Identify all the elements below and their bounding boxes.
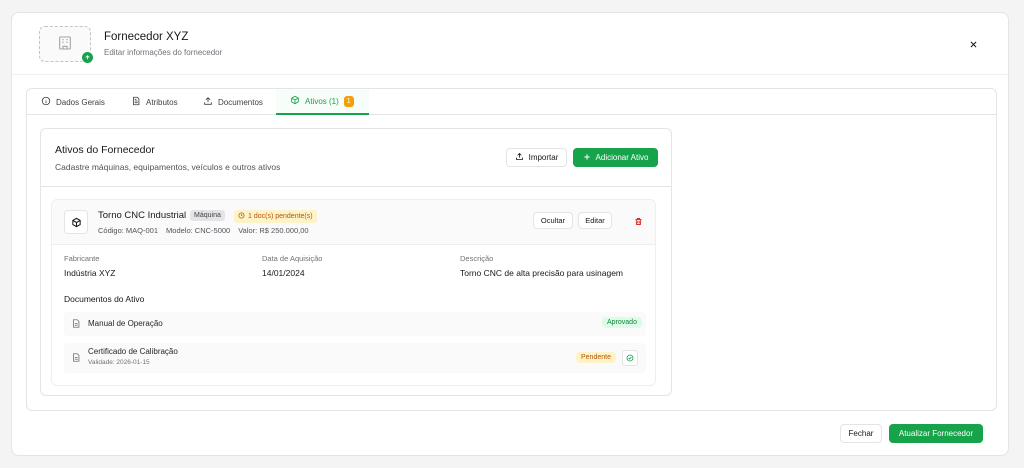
field-value-acquisition-date: 14/01/2024 [262, 268, 305, 278]
import-button[interactable]: Importar [506, 148, 567, 167]
add-asset-button[interactable]: Adicionar Ativo [573, 148, 658, 167]
document-icon [131, 96, 141, 108]
document-row: Manual de Operação Aprovado [64, 312, 646, 336]
upload-icon [203, 96, 213, 108]
document-validity: Validade: 2026-01-15 [88, 359, 150, 366]
page-title: Fornecedor XYZ [104, 31, 189, 43]
asset-name: Torno CNC Industrial [98, 210, 187, 221]
asset-model: Modelo: CNC-5000 [166, 226, 231, 235]
document-name: Manual de Operação [88, 319, 163, 328]
info-icon [41, 96, 51, 108]
approve-check-icon[interactable] [622, 350, 638, 366]
assets-card-header: Ativos do Fornecedor Cadastre máquinas, … [41, 129, 671, 187]
cube-icon [290, 95, 300, 107]
asset-code: Código: MAQ-001 [98, 226, 159, 235]
hide-button[interactable]: Ocultar [533, 212, 573, 229]
import-button-label: Importar [528, 153, 559, 162]
tab-dados-gerais[interactable]: Dados Gerais [27, 89, 119, 115]
modal-header: Fornecedor XYZ Editar informações do for… [12, 13, 1008, 75]
file-icon [71, 352, 81, 363]
field-value-description: Torno CNC de alta precisão para usinagem [460, 268, 624, 278]
assets-card-title: Ativos do Fornecedor [55, 144, 155, 156]
field-label-description: Descrição [460, 254, 494, 263]
upload-icon [515, 152, 524, 163]
file-icon [71, 318, 81, 329]
close-button[interactable]: Fechar [840, 424, 882, 443]
document-row: Certificado de Calibração Validade: 2026… [64, 343, 646, 373]
clock-icon [238, 212, 245, 221]
tab-label: Documentos [218, 97, 263, 107]
tabs-panel: Dados Gerais Atributos Documentos Ativos… [26, 88, 997, 411]
supplier-modal: Fornecedor XYZ Editar informações do for… [11, 12, 1009, 456]
assets-card: Ativos do Fornecedor Cadastre máquinas, … [40, 128, 672, 396]
assets-card-subtitle: Cadastre máquinas, equipamentos, veículo… [55, 162, 281, 172]
document-name: Certificado de Calibração [88, 347, 178, 356]
field-value-manufacturer: Indústria XYZ [64, 268, 116, 278]
building-icon [57, 35, 73, 53]
tab-atributos[interactable]: Atributos [117, 89, 192, 115]
page-subtitle: Editar informações do fornecedor [104, 48, 223, 57]
add-asset-button-label: Adicionar Ativo [595, 153, 649, 162]
tab-count-badge: 1 [343, 95, 354, 107]
pending-docs-label: 1 doc(s) pendente(s) [248, 213, 313, 220]
update-supplier-button[interactable]: Atualizar Fornecedor [889, 424, 983, 443]
field-label-manufacturer: Fabricante [64, 254, 100, 263]
upload-badge-icon[interactable] [81, 51, 94, 64]
status-badge: Aprovado [602, 317, 642, 328]
asset-type-tag: Máquina [190, 210, 225, 221]
field-label-acquisition-date: Data de Aquisição [262, 254, 323, 263]
logo-upload[interactable] [39, 26, 94, 64]
tab-label: Atributos [146, 97, 178, 107]
plus-icon [583, 153, 591, 163]
asset-summary: Torno CNC Industrial Máquina 1 doc(s) pe… [52, 200, 655, 245]
close-icon[interactable] [966, 37, 980, 51]
asset-item: Torno CNC Industrial Máquina 1 doc(s) pe… [51, 199, 656, 386]
tab-documentos[interactable]: Documentos [189, 89, 277, 115]
asset-value: Valor: R$ 250.000,00 [238, 226, 309, 235]
status-badge: Pendente [576, 352, 616, 363]
tab-label: Ativos (1) [305, 96, 339, 106]
asset-docs-title: Documentos do Ativo [64, 294, 145, 304]
pending-docs-tag: 1 doc(s) pendente(s) [234, 210, 317, 223]
asset-meta: Código: MAQ-001 Modelo: CNC-5000 Valor: … [98, 226, 309, 235]
trash-icon[interactable] [632, 215, 644, 227]
tab-ativos[interactable]: Ativos (1) 1 [276, 89, 369, 115]
tab-bar: Dados Gerais Atributos Documentos Ativos… [27, 89, 996, 115]
cube-icon [64, 210, 88, 234]
tab-label: Dados Gerais [56, 97, 105, 107]
edit-button[interactable]: Editar [578, 212, 612, 229]
